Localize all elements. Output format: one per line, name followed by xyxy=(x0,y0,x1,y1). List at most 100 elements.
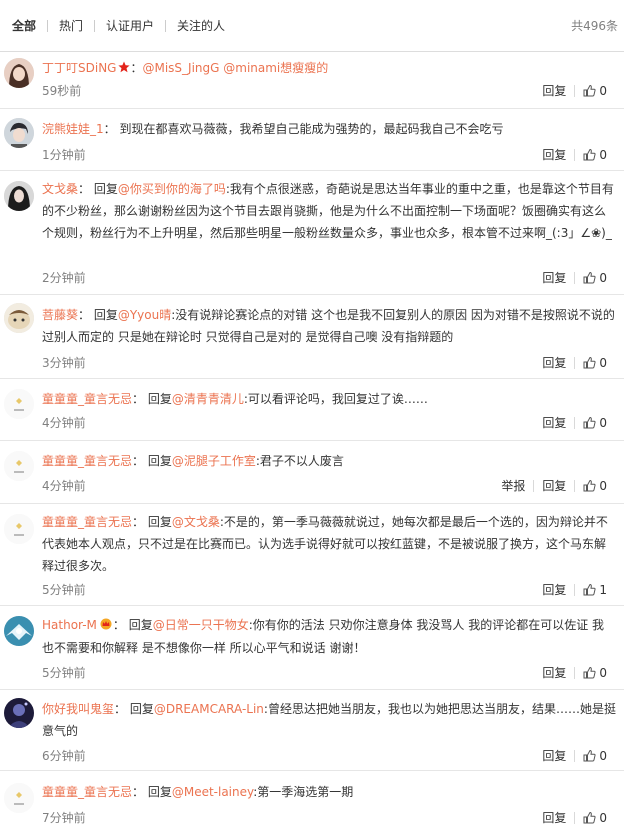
thumbs-up-icon xyxy=(583,749,596,762)
reply-button[interactable]: 回复 xyxy=(542,82,566,99)
tab-verified-users[interactable]: 认证用户 xyxy=(95,19,165,33)
mention-link[interactable]: @清青青清儿 xyxy=(172,392,244,406)
comment-username[interactable]: 丁丁叮SDiNG xyxy=(42,61,116,75)
comment-username[interactable]: 文戈桑 xyxy=(42,182,78,196)
comment-text: ： 回复 xyxy=(78,308,118,322)
like-button[interactable]: 0 xyxy=(583,148,607,162)
avatar[interactable] xyxy=(4,616,34,646)
thumbs-up-icon xyxy=(583,583,596,596)
avatar[interactable] xyxy=(4,58,34,88)
action-divider xyxy=(574,271,576,284)
like-button[interactable]: 0 xyxy=(583,356,607,370)
reply-button[interactable]: 回复 xyxy=(542,146,566,163)
reply-button[interactable]: 回复 xyxy=(542,581,566,598)
like-button[interactable]: 0 xyxy=(583,479,607,493)
comment-item: 菩藤葵： 回复@Yyou晴:没有说辩论赛论点的对错 这个也是我不回复别人的原因 … xyxy=(0,295,624,379)
reply-button[interactable]: 回复 xyxy=(542,414,566,431)
like-count: 0 xyxy=(599,415,607,430)
like-button[interactable]: 0 xyxy=(583,271,607,285)
like-button[interactable]: 0 xyxy=(583,666,607,680)
comment-item: 童童童_童言无忌： 回复@清青青清儿:可以看评论吗，我回复过了诶…… 4分钟前 … xyxy=(0,379,624,441)
comment-username[interactable]: 童童童_童言无忌 xyxy=(42,454,132,468)
tab-following[interactable]: 关注的人 xyxy=(166,19,236,33)
mention-link[interactable]: @你买到你的海了吗 xyxy=(118,182,226,196)
like-button[interactable]: 0 xyxy=(583,811,607,825)
comment-username[interactable]: 童童童_童言无忌 xyxy=(42,785,132,799)
comment-username[interactable]: 童童童_童言无忌 xyxy=(42,392,132,406)
like-button[interactable]: 0 xyxy=(583,84,607,98)
star-badge-icon xyxy=(118,58,131,80)
mention-link[interactable]: @Meet-lainey xyxy=(172,785,253,799)
comment-item: 童童童_童言无忌： 回复@文戈桑:不是的，第一季马薇薇就说过，她每次都是最后一个… xyxy=(0,504,624,606)
like-button[interactable]: 0 xyxy=(583,749,607,763)
comment-username[interactable]: 童童童_童言无忌 xyxy=(42,515,132,529)
comment-text: ： 到现在都喜欢马薇薇，我希望自己能成为强势的，最起码我自己不会吃亏 xyxy=(103,122,504,136)
avatar[interactable] xyxy=(4,451,34,481)
comment-text: :第一季海选第一期 xyxy=(253,785,354,799)
comment-text: :可以看评论吗，我回复过了诶…… xyxy=(243,392,428,406)
like-count: 0 xyxy=(599,355,607,370)
thumbs-up-icon xyxy=(583,479,596,492)
thumbs-up-icon xyxy=(583,811,596,824)
comment-username[interactable]: Hathor-M xyxy=(42,618,97,632)
mention-link[interactable]: @Yyou晴 xyxy=(118,308,171,322)
avatar[interactable] xyxy=(4,514,34,544)
reply-button[interactable]: 回复 xyxy=(542,809,566,826)
avatar[interactable] xyxy=(4,181,34,211)
avatar[interactable] xyxy=(4,389,34,419)
tab-all[interactable]: 全部 xyxy=(12,19,47,33)
mention-link[interactable]: @泥腿子工作室 xyxy=(172,454,256,468)
avatar[interactable] xyxy=(4,698,34,728)
reply-button[interactable]: 回复 xyxy=(542,269,566,286)
report-button[interactable]: 举报 xyxy=(501,477,525,494)
comment-text: ： 回复 xyxy=(132,785,172,799)
thumbs-up-icon xyxy=(583,148,596,161)
comment-text: ： 回复 xyxy=(132,392,172,406)
avatar[interactable] xyxy=(4,118,34,148)
comment-username[interactable]: 你好我叫鬼玺 xyxy=(42,702,114,716)
mention-link[interactable]: @文戈桑 xyxy=(172,515,220,529)
avatar[interactable] xyxy=(4,303,34,333)
comment-time: 6分钟前 xyxy=(42,749,86,763)
comment-item: 童童童_童言无忌： 回复@Meet-lainey:第一季海选第一期 7分钟前 回… xyxy=(0,771,624,829)
action-divider xyxy=(574,811,576,824)
comment-text: ： xyxy=(130,61,143,75)
reply-button[interactable]: 回复 xyxy=(542,747,566,764)
comment-time: 7分钟前 xyxy=(42,811,86,825)
comment-username[interactable]: 菩藤葵 xyxy=(42,308,78,322)
like-count: 0 xyxy=(599,270,607,285)
comment-count: 共496条 xyxy=(571,19,618,33)
mention-link[interactable]: @日常一只干物女 xyxy=(153,618,249,632)
comment-text: ： 回复 xyxy=(114,702,154,716)
comment-time: 4分钟前 xyxy=(42,479,86,493)
like-button[interactable]: 0 xyxy=(583,416,607,430)
like-count: 0 xyxy=(599,810,607,825)
comment-text: ： 回复 xyxy=(132,515,172,529)
comment-text: ： 回复 xyxy=(112,618,153,632)
comment-username[interactable]: 浣熊娃娃_1 xyxy=(42,122,104,136)
reply-button[interactable]: 回复 xyxy=(542,477,566,494)
comment-time: 59秒前 xyxy=(42,84,82,98)
avatar[interactable] xyxy=(4,783,34,813)
like-count: 0 xyxy=(599,478,607,493)
crown-badge-icon xyxy=(99,615,113,637)
comment-text: ： 回复 xyxy=(132,454,172,468)
like-button[interactable]: 1 xyxy=(583,583,607,597)
like-count: 0 xyxy=(599,748,607,763)
comment-filter-tabs: 全部 热门 认证用户 关注的人 共496条 xyxy=(0,0,624,52)
mention-link[interactable]: @DREAMCARA-Lin xyxy=(154,702,264,716)
comment-time: 5分钟前 xyxy=(42,666,86,680)
thumbs-up-icon xyxy=(583,356,596,369)
like-count: 0 xyxy=(599,83,607,98)
action-divider xyxy=(533,479,535,492)
reply-button[interactable]: 回复 xyxy=(542,354,566,371)
comment-time: 5分钟前 xyxy=(42,583,86,597)
action-divider xyxy=(574,479,576,492)
action-divider xyxy=(574,148,576,161)
tab-hot[interactable]: 热门 xyxy=(48,19,94,33)
action-divider xyxy=(574,583,576,596)
mention-link[interactable]: @MisS_JingG @minami想瘦瘦的 xyxy=(142,61,328,75)
reply-button[interactable]: 回复 xyxy=(542,664,566,681)
comment-time: 1分钟前 xyxy=(42,148,86,162)
thumbs-up-icon xyxy=(583,84,596,97)
